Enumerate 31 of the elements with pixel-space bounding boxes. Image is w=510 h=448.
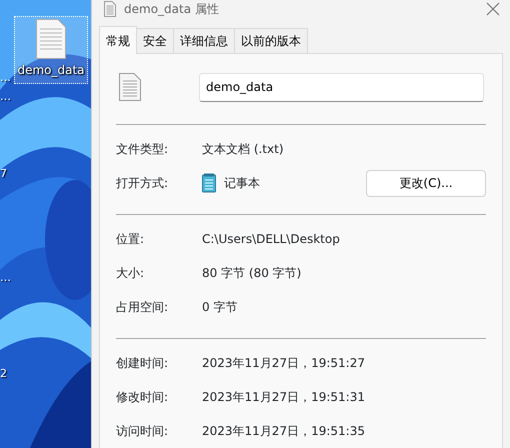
property-value: 文本文档 (.txt) [202, 141, 284, 158]
property-label: 创建时间: [116, 355, 170, 372]
window-title: demo_data 属性 [124, 1, 220, 18]
property-value: 2023年11月27日，19:51:35 [202, 423, 365, 440]
icon-label: … [0, 272, 11, 283]
tab[interactable]: 以前的版本 [234, 28, 308, 53]
property-value: 80 字节 (80 字节) [202, 265, 302, 282]
desktop-icon[interactable]: demo_data [14, 16, 88, 84]
icon-label: … [0, 91, 11, 102]
icon-label: 7 [0, 168, 7, 179]
property-label: 修改时间: [116, 389, 170, 406]
property-label: 占用空间: [116, 299, 170, 316]
tab[interactable]: 常规 [99, 26, 137, 54]
name-field[interactable]: demo_data [199, 72, 484, 102]
icon-label: 2 [0, 368, 7, 379]
property-value: 0 字节 [202, 299, 238, 316]
property-label: 位置: [116, 231, 146, 248]
document-icon [119, 73, 141, 101]
property-label: 文件类型: [116, 141, 170, 158]
change-button[interactable]: 更改(C)... [366, 170, 486, 196]
property-value: 2023年11月27日，19:51:27 [202, 355, 365, 372]
property-value: 2023年11月27日，19:51:31 [202, 389, 365, 406]
icon-label: … [0, 72, 11, 83]
property-label: 大小: [116, 265, 146, 282]
property-label: 访问时间: [116, 423, 170, 440]
property-value: 记事本 [224, 175, 260, 192]
document-icon [36, 19, 66, 59]
property-label: 打开方式: [116, 175, 170, 192]
property-value: C:\Users\DELL\Desktop [202, 231, 340, 248]
close-button[interactable] [486, 2, 500, 16]
file-label: demo_data [17, 62, 85, 79]
